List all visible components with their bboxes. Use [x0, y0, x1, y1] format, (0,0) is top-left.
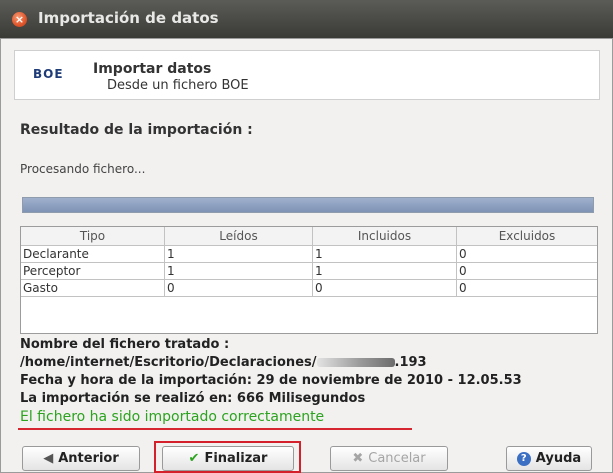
boe-logo-text: BOE	[33, 67, 64, 81]
table-cell: 0	[164, 279, 313, 297]
table-cell: 0	[456, 245, 597, 263]
table-row[interactable]: Gasto 0 0 0	[21, 279, 597, 297]
file-path: /home/internet/Escritorio/Declaraciones/…	[20, 355, 427, 370]
result-label: Resultado de la importación :	[20, 122, 253, 138]
table-cell: 0	[456, 262, 597, 280]
cancel-button[interactable]: ✖ Cancelar	[330, 446, 448, 471]
finish-highlight-annotation	[154, 441, 301, 473]
column-header-leidos[interactable]: Leídos	[164, 227, 313, 246]
table-cell: Gasto	[21, 279, 165, 297]
previous-button[interactable]: ◀ Anterior	[22, 446, 140, 471]
table-cell: 0	[312, 279, 457, 297]
table-header-row: Tipo Leídos Incluidos Excluidos	[21, 227, 597, 246]
table-cell: 0	[456, 279, 597, 297]
previous-button-label: Anterior	[58, 451, 119, 466]
header-title: Importar datos	[93, 61, 212, 77]
table-row[interactable]: Perceptor 1 1 0	[21, 262, 597, 280]
arrow-left-icon: ◀	[43, 451, 54, 466]
table-cell: 1	[312, 245, 457, 263]
close-icon[interactable]: ×	[12, 12, 27, 27]
results-table-container: Tipo Leídos Incluidos Excluidos Declaran…	[20, 226, 598, 334]
results-table: Tipo Leídos Incluidos Excluidos Declaran…	[21, 227, 597, 297]
progress-fill	[23, 198, 593, 212]
table-cell: Declarante	[21, 245, 165, 263]
file-path-end: .193	[394, 355, 427, 370]
table-cell: 1	[312, 262, 457, 280]
boe-logo: BOE	[33, 67, 71, 83]
column-header-excluidos[interactable]: Excluidos	[456, 227, 597, 246]
title-bar: × Importación de datos	[0, 0, 613, 39]
table-cell: 1	[164, 262, 313, 280]
table-cell: 1	[164, 245, 313, 263]
import-duration: La importación se realizó en: 666 Milise…	[20, 391, 366, 406]
success-message: El fichero ha sido importado correctamen…	[20, 409, 325, 425]
header-subtitle: Desde un fichero BOE	[107, 78, 249, 93]
button-bar: ◀ Anterior ✔ Finalizar ✖ Cancelar ? Ayud…	[0, 438, 613, 473]
file-name-label: Nombre del fichero tratado :	[20, 337, 230, 352]
column-header-incluidos[interactable]: Incluidos	[312, 227, 457, 246]
import-date: Fecha y hora de la importación: 29 de no…	[20, 373, 522, 388]
success-underline-annotation	[18, 428, 412, 430]
table-cell: Perceptor	[21, 262, 165, 280]
table-row[interactable]: Declarante 1 1 0	[21, 245, 597, 263]
help-button[interactable]: ? Ayuda	[506, 446, 592, 471]
file-path-start: /home/internet/Escritorio/Declaraciones/	[20, 355, 317, 370]
header-panel: BOE Importar datos Desde un fichero BOE	[14, 50, 600, 100]
cancel-button-label: Cancelar	[368, 451, 426, 466]
column-header-tipo[interactable]: Tipo	[21, 227, 165, 246]
redacted-segment	[316, 358, 395, 367]
window-title: Importación de datos	[38, 9, 219, 27]
cancel-icon: ✖	[352, 451, 364, 466]
help-button-label: Ayuda	[535, 451, 582, 466]
processing-label: Procesando fichero...	[20, 162, 146, 176]
help-icon: ?	[516, 451, 531, 466]
progress-bar	[22, 197, 594, 213]
